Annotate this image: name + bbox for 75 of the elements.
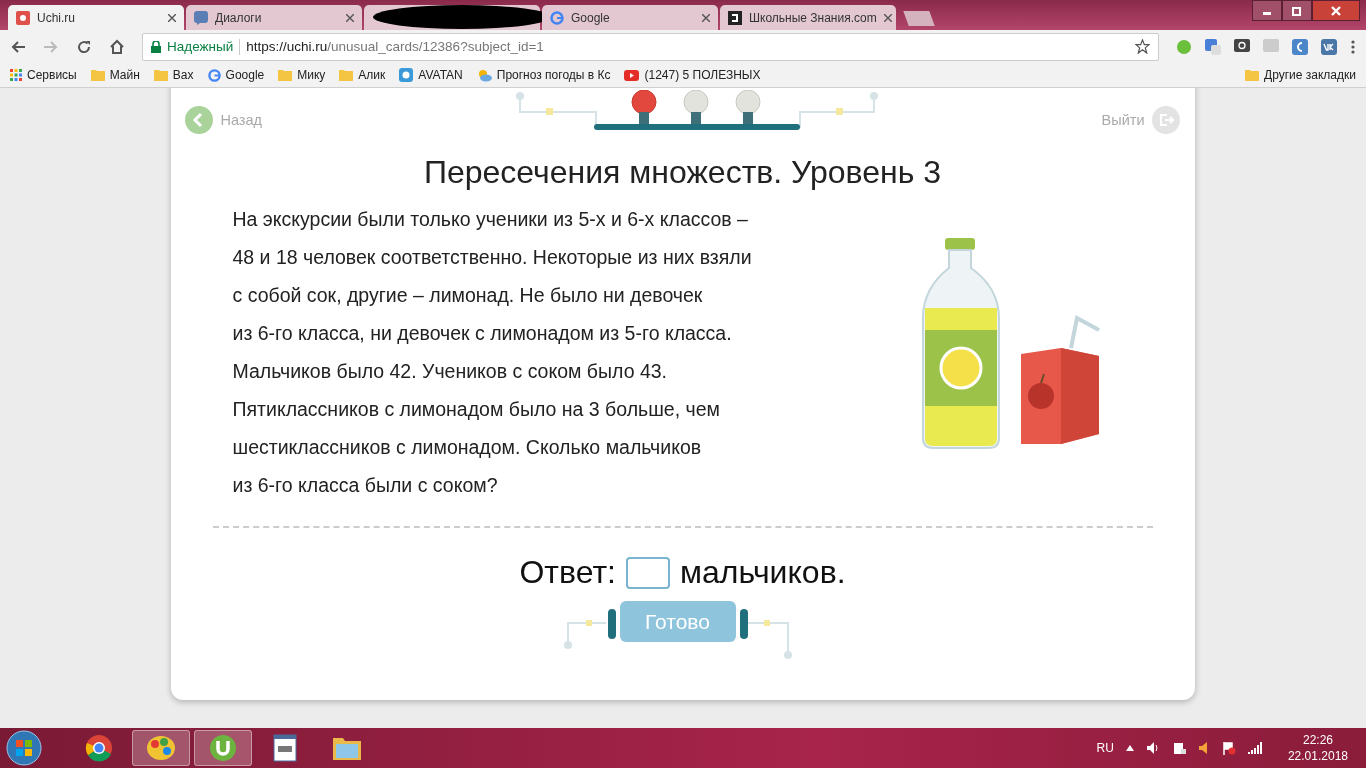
back-arrow-icon[interactable] <box>10 38 26 55</box>
close-icon <box>1331 5 1341 16</box>
taskbar-app[interactable] <box>194 730 252 766</box>
start-button[interactable] <box>6 730 42 766</box>
bookmark-link[interactable]: (1247) 5 ПОЛЕЗНЫХ <box>644 68 761 82</box>
device-icon[interactable] <box>1171 741 1186 755</box>
tab-title: Диалоги <box>215 10 263 25</box>
restore-icon <box>1292 5 1302 16</box>
address-bar[interactable]: Надежный https://uchi.ru/unusual_cards/12386?subject_id=1 <box>142 32 1159 61</box>
minimize-icon <box>1263 12 1271 15</box>
youtube-icon <box>624 69 640 81</box>
bookmark-link[interactable]: Майн <box>109 68 140 82</box>
folder-icon <box>278 69 293 81</box>
menu-icon[interactable] <box>1350 38 1356 55</box>
apps-grid-icon <box>10 69 22 81</box>
clock-time: 22:26 <box>1302 733 1333 747</box>
home-icon[interactable] <box>109 38 125 55</box>
google-icon <box>207 68 221 82</box>
close-icon[interactable] <box>168 13 176 22</box>
close-icon[interactable] <box>702 13 710 22</box>
minimize-button[interactable] <box>1252 0 1282 21</box>
exit-icon <box>1152 106 1181 134</box>
browser-tab[interactable]: Диалоги <box>186 5 362 30</box>
palette-icon <box>146 734 176 762</box>
browser-tab[interactable]: Google <box>542 5 718 30</box>
browser-tab[interactable]: Uchi.ru <box>8 5 184 30</box>
clock-date: 22.01.2018 <box>1287 749 1348 763</box>
caret-icon[interactable] <box>1125 745 1134 751</box>
folder-icon <box>339 69 354 81</box>
new-tab-button[interactable] <box>903 11 935 26</box>
speaker-icon[interactable] <box>1145 741 1160 755</box>
speaker-icon[interactable] <box>1197 741 1210 755</box>
extension-icon[interactable] <box>1234 38 1250 55</box>
language-indicator[interactable]: RU <box>1096 741 1114 755</box>
site-icon <box>16 10 30 25</box>
tab-title: Школьные Знания.com <box>749 10 877 25</box>
site-icon <box>728 10 742 25</box>
bookmark-link[interactable]: Google <box>225 68 265 82</box>
torrent-icon <box>209 734 237 762</box>
vk-icon[interactable] <box>1321 38 1337 55</box>
security-label: Надежный <box>167 39 234 54</box>
problem-text: На экскурсии были только ученики из 5-х и 6-х классов – 48 и 18 человек соответственно. Некоторые из них взяли с собой сок, другие – лимонад. Не было ни девочек из 6-го класса, ни девочек с лимонадом из 5-го класса. Мальчиков было 42. Учеников с соком было 43. Пятиклассников с лимонадом было на 3 больше, чем шестиклассников с лимонадом. Сколько мальчиков из 6-го класса были с соком? <box>232 207 753 498</box>
bookmark-link[interactable]: Алик <box>358 68 386 82</box>
tab-title: Uchi.ru <box>37 10 76 25</box>
bookmark-link[interactable]: Мику <box>297 68 326 82</box>
answer-unit: мальчиков. <box>679 554 846 591</box>
answer-label: Ответ: <box>519 554 616 591</box>
bookmark-link[interactable]: Сервисы <box>27 68 77 82</box>
url-text: https://uchi.ru/unusual_cards/12386?subject_id=1 <box>246 39 544 54</box>
signal-icon[interactable] <box>1247 742 1262 754</box>
folder-icon <box>90 69 105 81</box>
tab-title: Google <box>571 10 611 25</box>
bookmark-link[interactable]: Прогноз погоды в Кс <box>496 68 611 82</box>
close-icon[interactable] <box>883 13 892 22</box>
bookmark-link[interactable]: Другие закладки <box>1264 68 1356 82</box>
flag-icon[interactable] <box>1221 741 1236 755</box>
browser-tab[interactable]: Школьные Знания.com <box>720 5 896 30</box>
chat-icon <box>194 10 208 25</box>
lock-icon <box>151 40 161 53</box>
notepad-icon <box>273 734 297 762</box>
chrome-icon <box>85 734 113 762</box>
close-window-button[interactable] <box>1312 0 1360 21</box>
star-icon[interactable] <box>1135 39 1150 54</box>
folder-icon <box>332 735 362 761</box>
bookmark-link[interactable]: Вах <box>172 68 194 82</box>
folder-icon <box>153 69 168 81</box>
translate-icon[interactable] <box>1205 38 1221 55</box>
google-icon <box>550 10 564 25</box>
task-title: Пересечения множеств. Уровень 3 <box>423 154 942 192</box>
restore-button[interactable] <box>1282 0 1312 21</box>
bookmark-link[interactable]: AVATAN <box>418 68 463 82</box>
folder-icon <box>1245 69 1260 81</box>
weather-icon <box>476 68 492 82</box>
close-icon[interactable] <box>346 13 354 22</box>
reload-icon[interactable] <box>76 38 92 55</box>
